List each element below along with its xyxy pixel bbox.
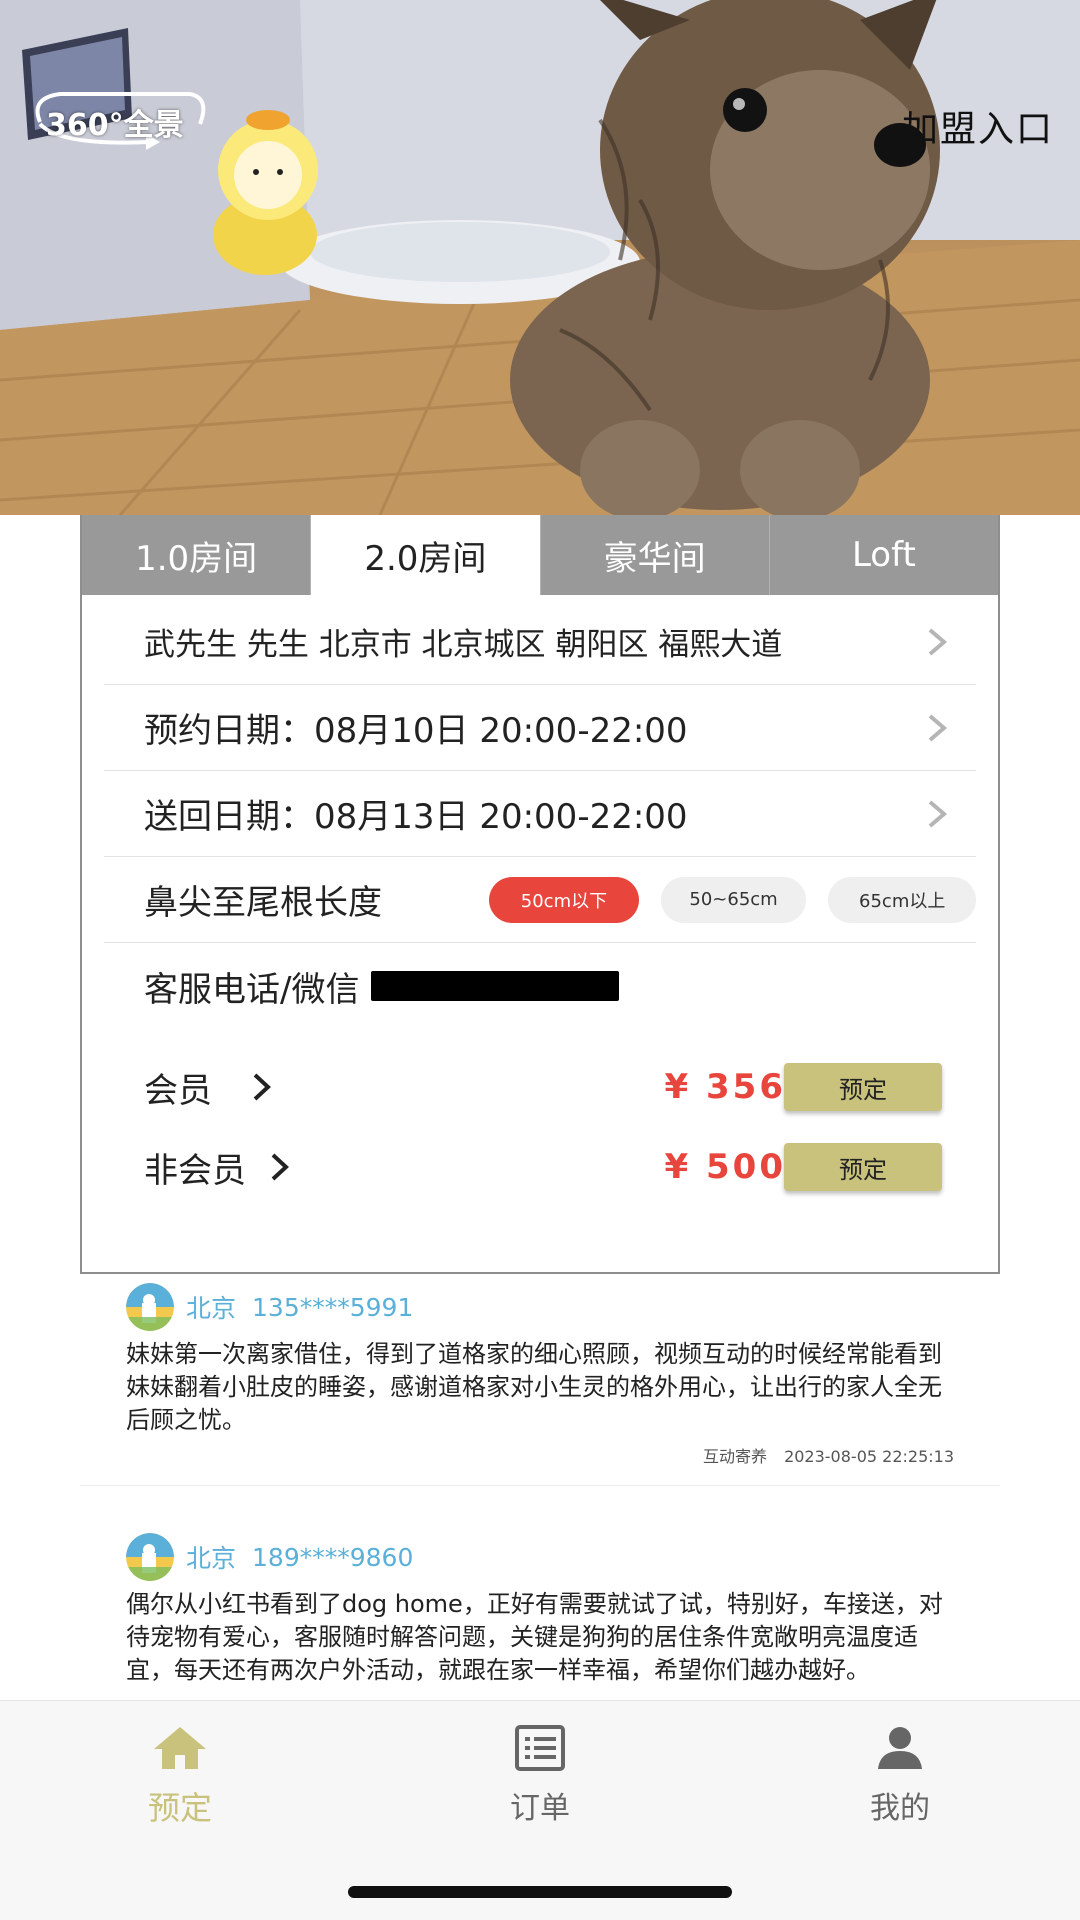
- chevron-right-icon[interactable]: [270, 1152, 290, 1182]
- avatar: [126, 1283, 174, 1331]
- nonmember-label: 非会员: [144, 1150, 246, 1191]
- review-text: 妹妹第一次离家借住，得到了道格家的细心照顾，视频互动的时候经常能看到妹妹翻着小肚…: [126, 1340, 942, 1434]
- review-text: 偶尔从小红书看到了dog home，正好有需要就试了试，特别好，车接送，对待宠物…: [126, 1590, 943, 1684]
- service-contact-label: 客服电话/微信: [144, 969, 360, 1010]
- room-tabs: 1.0房间 2.0房间 豪华间 Loft: [82, 515, 998, 595]
- chevron-right-icon: [928, 627, 948, 656]
- tab-deluxe[interactable]: 豪华间: [540, 515, 770, 595]
- pickup-date-row[interactable]: 预约日期：08月10日 20:00-22:00: [104, 685, 976, 771]
- tab-room-1[interactable]: 1.0房间: [82, 515, 312, 595]
- member-label: 会员: [144, 1070, 212, 1111]
- chevron-right-icon: [928, 799, 948, 828]
- chevron-right-icon[interactable]: [252, 1072, 272, 1102]
- page: 360°全景 加盟入口 1.0房间 2.0房间 豪华间 Loft 武先生 先生 …: [0, 0, 1080, 1920]
- review-phone: 135****5991: [252, 1292, 414, 1322]
- review-meta: 互动寄养 2023-08-05 22:25:13: [126, 1443, 954, 1467]
- home-indicator[interactable]: [348, 1886, 732, 1898]
- member-book-button[interactable]: 预定: [784, 1063, 942, 1111]
- size-option-medium[interactable]: 50~65cm: [660, 876, 807, 923]
- size-option-small[interactable]: 50cm以下: [489, 876, 639, 923]
- home-icon: [154, 1727, 206, 1769]
- hero-photo[interactable]: 360°全景 加盟入口: [0, 0, 1080, 515]
- review-phone: 189****9860: [252, 1542, 414, 1572]
- redacted-contact: [371, 971, 620, 1001]
- nav-book[interactable]: 预定: [100, 1725, 260, 1829]
- review-tag: 互动寄养: [702, 1447, 767, 1466]
- order-list-icon: [515, 1725, 565, 1771]
- review-item: 北京 189****9860 偶尔从小红书看到了dog home，正好有需要就试…: [80, 1485, 1000, 1687]
- join-franchise-link[interactable]: 加盟入口: [902, 100, 1054, 152]
- nonmember-book-button[interactable]: 预定: [784, 1143, 942, 1191]
- chevron-right-icon: [928, 713, 948, 742]
- review-date: 2023-08-05 22:25:13: [784, 1447, 954, 1466]
- address-row[interactable]: 武先生 先生 北京市 北京城区 朝阳区 福熙大道: [104, 599, 976, 685]
- service-contact-row: 客服电话/微信: [104, 943, 976, 1029]
- return-date-text: 送回日期：08月13日 20:00-22:00: [144, 797, 688, 837]
- pet-size-row: 鼻尖至尾根长度 50cm以下 50~65cm 65cm以上: [104, 857, 976, 943]
- nav-book-label: 预定: [147, 1789, 212, 1827]
- tab-loft[interactable]: Loft: [769, 515, 998, 595]
- dog-photo-illustration: [0, 0, 1080, 515]
- user-icon: [878, 1727, 922, 1769]
- size-option-large[interactable]: 65cm以上: [828, 876, 976, 923]
- nav-mine[interactable]: 我的: [820, 1725, 980, 1827]
- avatar: [126, 1533, 174, 1581]
- nav-orders[interactable]: 订单: [460, 1725, 620, 1827]
- nonmember-price: ¥ 500: [664, 1147, 786, 1187]
- pet-size-label: 鼻尖至尾根长度: [144, 883, 382, 923]
- pano-360-badge[interactable]: 360°全景: [46, 100, 184, 144]
- member-price-row: 会员 ¥ 356 预定: [104, 1047, 976, 1127]
- reviews-list[interactable]: 北京 135****5991 妹妹第一次离家借住，得到了道格家的细心照顾，视频互…: [80, 1274, 1000, 1704]
- review-city: 北京: [186, 1294, 237, 1323]
- nav-mine-label: 我的: [870, 1791, 930, 1826]
- booking-card: 1.0房间 2.0房间 豪华间 Loft 武先生 先生 北京市 北京城区 朝阳区…: [80, 515, 1000, 1274]
- review-item: 北京 135****5991 妹妹第一次离家借住，得到了道格家的细心照顾，视频互…: [80, 1274, 1000, 1467]
- address-text: 武先生 先生 北京市 北京城区 朝阳区 福熙大道: [144, 627, 783, 663]
- review-city: 北京: [186, 1544, 237, 1573]
- return-date-row[interactable]: 送回日期：08月13日 20:00-22:00: [104, 771, 976, 857]
- nav-orders-label: 订单: [510, 1791, 570, 1826]
- member-price: ¥ 356: [664, 1067, 786, 1107]
- pickup-date-text: 预约日期：08月10日 20:00-22:00: [144, 711, 688, 751]
- nonmember-price-row: 非会员 ¥ 500 预定: [104, 1127, 976, 1207]
- tab-room-2[interactable]: 2.0房间: [311, 515, 541, 595]
